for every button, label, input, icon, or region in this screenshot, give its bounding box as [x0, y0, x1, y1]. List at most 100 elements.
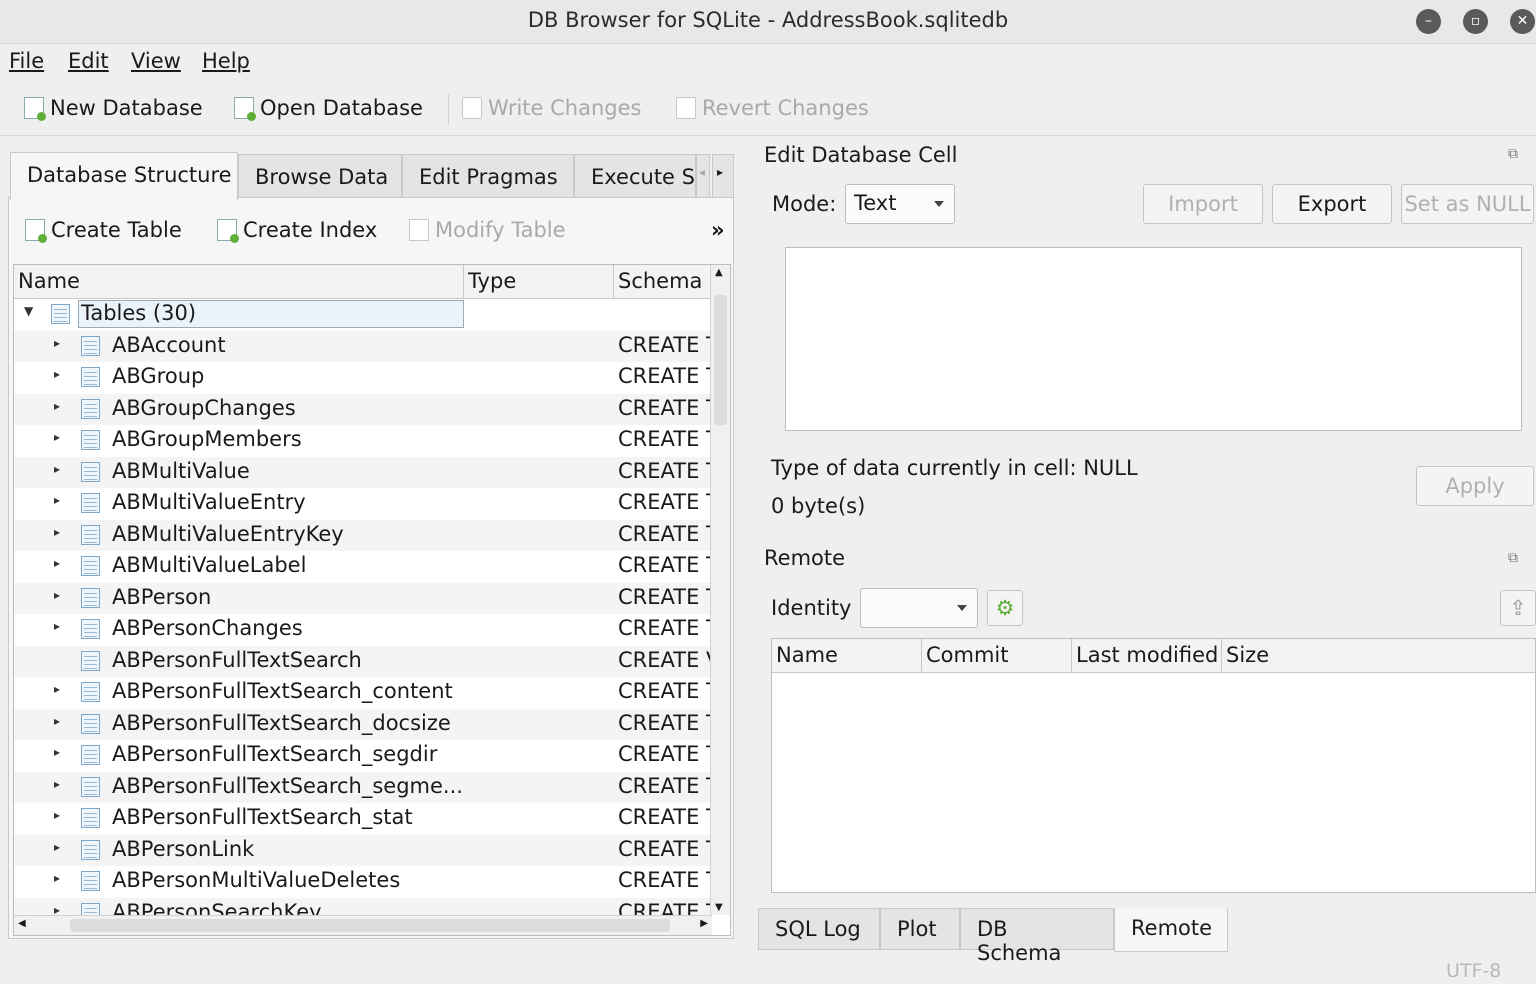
table-row[interactable]: ▸ ABMultiValueEntry CREATE T	[14, 488, 711, 520]
expand-arrow-icon[interactable]: ▸	[54, 462, 60, 476]
expand-arrow-icon[interactable]: ▸	[54, 714, 60, 728]
remote-column-name[interactable]: Name	[772, 639, 922, 673]
table-row[interactable]: ▸ ABMultiValueLabel CREATE T	[14, 551, 711, 583]
table-name: ABGroup	[112, 364, 205, 388]
table-row[interactable]: ▸ ABPersonFullTextSearch_segdir CREATE T	[14, 740, 711, 772]
menu-file[interactable]: File	[9, 49, 44, 73]
table-row[interactable]: ▸ ABPersonFullTextSearch_docsize CREATE T	[14, 708, 711, 740]
import-button[interactable]: Import	[1143, 184, 1263, 224]
title-bar: DB Browser for SQLite - AddressBook.sqli…	[0, 0, 1536, 44]
collapse-arrow-icon[interactable]: ▼	[24, 304, 33, 318]
horizontal-scrollbar[interactable]: ◀ ▶	[14, 915, 712, 935]
table-row[interactable]: ▸ ABPersonLink CREATE T	[14, 834, 711, 866]
identity-label: Identity	[771, 596, 852, 620]
open-database-button[interactable]: Open Database	[234, 96, 423, 121]
identity-settings-icon[interactable]: ⚙	[987, 590, 1023, 626]
tab-db-schema[interactable]: DB Schema	[960, 908, 1114, 965]
table-row[interactable]: ▸ ABGroupChanges CREATE T	[14, 393, 711, 425]
tab-sql-log[interactable]: SQL Log	[758, 908, 880, 950]
create-table-button[interactable]: Create Table	[25, 218, 182, 243]
tab-database-structure[interactable]: Database Structure	[10, 152, 238, 200]
expand-arrow-icon[interactable]: ▸	[54, 682, 60, 696]
table-row[interactable]: ▸ ABGroupMembers CREATE T	[14, 425, 711, 457]
expand-arrow-icon[interactable]: ▸	[54, 588, 60, 602]
remote-dock-float-icon[interactable]: ⧉	[1508, 550, 1518, 566]
tab-browse-data[interactable]: Browse Data	[238, 154, 402, 198]
schema-tree[interactable]: Name Type Schema ▼ Tables (30) ▸ ABAccoun…	[13, 264, 731, 936]
table-icon	[81, 493, 100, 513]
mode-select[interactable]: Text	[845, 184, 955, 224]
expand-arrow-icon[interactable]: ▸	[54, 871, 60, 885]
create-index-button[interactable]: Create Index	[217, 218, 377, 243]
hscrollbar-thumb[interactable]	[70, 919, 670, 932]
tab-plot[interactable]: Plot	[880, 908, 960, 950]
expand-arrow-icon[interactable]: ▸	[54, 336, 60, 350]
table-row[interactable]: ▸ ABPersonMultiValueDeletes CREATE T	[14, 866, 711, 898]
new-database-button[interactable]: New Database	[24, 96, 203, 121]
revert-changes-button[interactable]: Revert Changes	[676, 96, 869, 120]
tab-edit-pragmas[interactable]: Edit Pragmas	[402, 154, 574, 198]
table-schema: CREATE T	[618, 553, 710, 577]
table-row[interactable]: ▸ ABMultiValueEntryKey CREATE T	[14, 519, 711, 551]
table-row[interactable]: ▸ ABPersonFullTextSearch_segme... CREATE T	[14, 771, 711, 803]
column-header-type[interactable]: Type	[464, 265, 614, 299]
expand-arrow-icon[interactable]: ▸	[54, 493, 60, 507]
tab-remote[interactable]: Remote	[1114, 908, 1228, 952]
set-null-button[interactable]: Set as NULL	[1401, 184, 1534, 224]
expand-arrow-icon[interactable]: ▸	[54, 399, 60, 413]
vertical-scrollbar[interactable]: ▲ ▼	[710, 265, 730, 915]
write-changes-button[interactable]: Write Changes	[462, 96, 641, 120]
expand-arrow-icon[interactable]: ▸	[54, 808, 60, 822]
remote-column-last-modified[interactable]: Last modified	[1072, 639, 1222, 673]
expand-arrow-icon[interactable]: ▸	[54, 525, 60, 539]
apply-button[interactable]: Apply	[1416, 466, 1534, 506]
cell-editor-textarea[interactable]	[785, 247, 1522, 431]
table-icon	[81, 745, 100, 765]
tab-scroll-left-icon[interactable]: ◂	[696, 154, 710, 198]
menu-view[interactable]: View	[131, 49, 181, 73]
remote-table[interactable]: Name Commit Last modified Size	[771, 638, 1536, 893]
export-button[interactable]: Export	[1272, 184, 1392, 224]
column-header-name[interactable]: Name	[14, 265, 464, 299]
tree-root-tables[interactable]: ▼ Tables (30)	[14, 299, 711, 331]
remote-column-commit[interactable]: Commit	[922, 639, 1072, 673]
table-row[interactable]: ▸ ABPerson CREATE T	[14, 582, 711, 614]
table-schema: CREATE T	[618, 679, 710, 703]
table-row[interactable]: ▸ ABGroup CREATE T	[14, 362, 711, 394]
table-row[interactable]: ▸ ABPersonFullTextSearch_content CREATE T	[14, 677, 711, 709]
close-icon[interactable]: ✕	[1510, 9, 1535, 34]
table-name: ABPersonFullTextSearch_docsize	[112, 710, 451, 735]
column-header-schema[interactable]: Schema	[614, 265, 712, 299]
table-row[interactable]: ▸ ABAccount CREATE T	[14, 330, 711, 362]
remote-column-size[interactable]: Size	[1222, 639, 1535, 673]
table-icon	[81, 650, 100, 671]
table-icon	[81, 430, 100, 450]
expand-arrow-icon[interactable]: ▸	[54, 367, 60, 381]
tab-execute-sql[interactable]: Execute S	[574, 154, 696, 198]
maximize-icon[interactable]: ▫	[1463, 9, 1488, 34]
tab-scroll-right-icon[interactable]: ▸	[712, 154, 734, 198]
expand-arrow-icon[interactable]: ▸	[54, 777, 60, 791]
dock-float-icon[interactable]: ⧉	[1508, 146, 1518, 162]
table-row[interactable]: ABPersonFullTextSearch CREATE V	[14, 645, 711, 677]
identity-select[interactable]	[860, 588, 978, 628]
table-row[interactable]: ▸ ABMultiValue CREATE T	[14, 456, 711, 488]
expand-arrow-icon[interactable]: ▸	[54, 840, 60, 854]
push-database-icon[interactable]: ⇪	[1500, 590, 1536, 626]
table-name: ABGroupMembers	[112, 427, 302, 451]
table-schema: CREATE T	[618, 616, 710, 640]
minimize-icon[interactable]: –	[1416, 9, 1441, 34]
modify-table-button[interactable]: Modify Table	[409, 218, 566, 242]
open-database-icon	[234, 97, 256, 121]
scrollbar-thumb[interactable]	[714, 295, 727, 425]
expand-arrow-icon[interactable]: ▸	[54, 619, 60, 633]
table-name: ABAccount	[112, 332, 226, 357]
menu-edit[interactable]: Edit	[68, 49, 109, 73]
table-row[interactable]: ▸ ABPersonFullTextSearch_stat CREATE T	[14, 803, 711, 835]
menu-help[interactable]: Help	[202, 49, 250, 73]
expand-arrow-icon[interactable]: ▸	[54, 745, 60, 759]
expand-arrow-icon[interactable]: ▸	[54, 430, 60, 444]
expand-arrow-icon[interactable]: ▸	[54, 556, 60, 570]
table-row[interactable]: ▸ ABPersonChanges CREATE T	[14, 614, 711, 646]
toolbar-overflow-button[interactable]: »	[711, 218, 725, 242]
